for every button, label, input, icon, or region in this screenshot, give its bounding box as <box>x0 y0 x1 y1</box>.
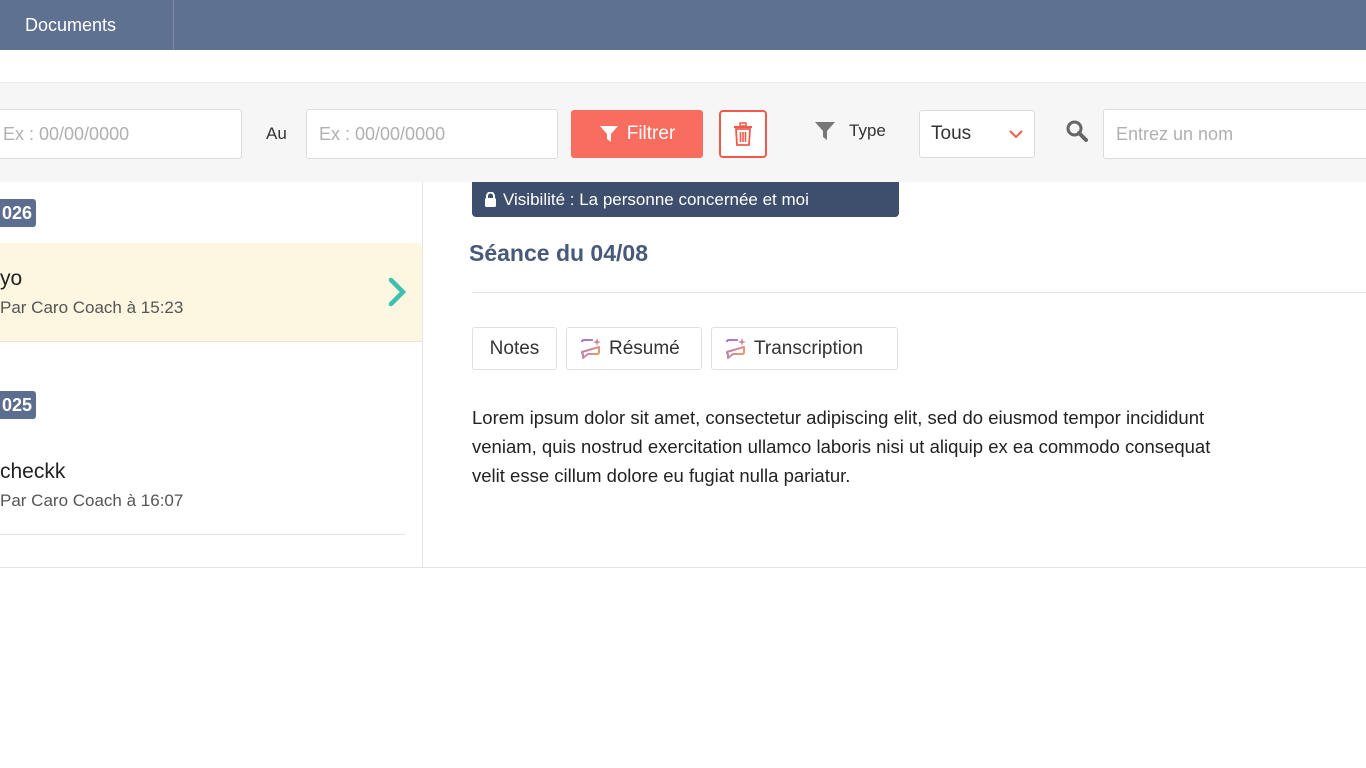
year-badge: 026 <box>0 199 37 227</box>
visibility-text: Visibilité : La personne concernée et mo… <box>503 189 809 209</box>
au-label: Au <box>266 124 287 143</box>
ai-chat-icon <box>726 337 746 359</box>
filter-bar: Au Filtrer Type Tous <box>0 82 1366 182</box>
chevron-right-icon <box>388 277 407 307</box>
filter-button-label: Filtrer <box>626 123 676 144</box>
session-title: checkk <box>0 460 66 483</box>
search-icon <box>1066 120 1088 142</box>
date-from-input[interactable] <box>0 109 242 159</box>
tab-resume[interactable]: Résumé <box>566 327 702 370</box>
session-title: yo <box>0 267 23 290</box>
tab-label: Notes <box>489 337 540 359</box>
tab-label: Résumé <box>609 337 680 359</box>
search-input[interactable] <box>1103 109 1366 159</box>
funnel-icon <box>815 122 835 140</box>
divider <box>472 292 1366 293</box>
trash-icon <box>734 122 752 146</box>
date-to-input[interactable] <box>306 109 558 159</box>
page-title: Séance du 04/08 <box>469 240 648 266</box>
clear-filters-button[interactable] <box>719 110 767 158</box>
type-label: Type <box>849 121 886 140</box>
session-meta: Par Caro Coach à 15:23 <box>0 298 184 317</box>
top-navigation: Documents <box>0 0 1366 50</box>
session-meta: Par Caro Coach à 16:07 <box>0 491 184 510</box>
tab-documents[interactable]: Documents <box>0 0 174 50</box>
tab-label: Transcription <box>754 337 864 359</box>
filter-icon <box>599 126 618 142</box>
lock-icon <box>485 192 496 207</box>
chevron-down-icon <box>1009 130 1023 139</box>
session-item-selected[interactable]: yo Par Caro Coach à 15:23 <box>0 243 422 342</box>
visibility-badge: Visibilité : La personne concernée et mo… <box>472 182 899 217</box>
type-filter-label-group: Type <box>815 121 886 141</box>
tab-notes[interactable]: Notes <box>472 327 557 370</box>
session-list: 026 yo Par Caro Coach à 15:23 025 checkk… <box>0 182 423 568</box>
ai-chat-icon <box>581 337 601 359</box>
type-select[interactable]: Tous <box>919 110 1035 158</box>
notes-content: Lorem ipsum dolor sit amet, consectetur … <box>472 407 1211 486</box>
year-badge: 025 <box>0 391 37 419</box>
filter-button[interactable]: Filtrer <box>571 110 703 158</box>
session-item[interactable]: checkk Par Caro Coach à 16:07 <box>0 437 405 535</box>
type-select-value: Tous <box>931 123 972 144</box>
tab-transcription[interactable]: Transcription <box>711 327 898 370</box>
section-divider <box>0 567 1366 568</box>
